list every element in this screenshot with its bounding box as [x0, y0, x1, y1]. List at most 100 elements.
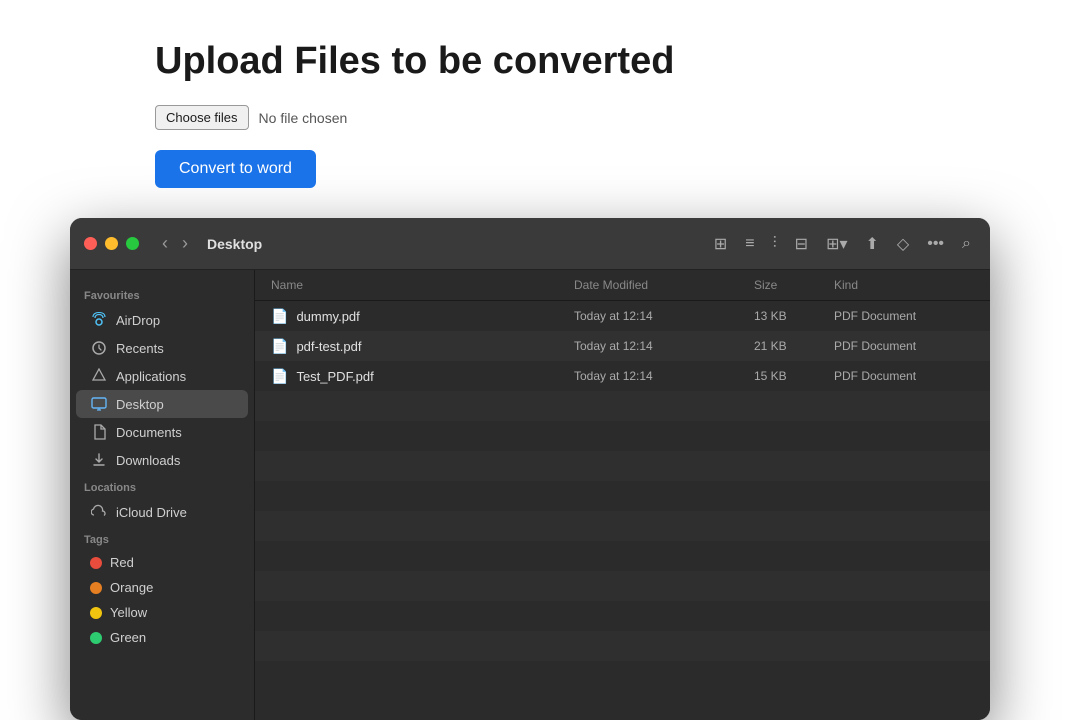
titlebar-tools: ⊞ ≡ ⫶ ⊟ ⊞▾ ⬆ ◇ ••• ⌕ [709, 231, 976, 257]
col-name[interactable]: Name [271, 270, 574, 300]
close-button[interactable] [84, 237, 97, 250]
column-view-icon[interactable]: ⫶ [768, 232, 782, 256]
sidebar-item-documents[interactable]: Documents [76, 418, 248, 446]
downloads-icon [90, 451, 108, 469]
sidebar-item-recents[interactable]: Recents [76, 334, 248, 362]
sidebar-item-documents-label: Documents [116, 425, 182, 440]
list-view-icon[interactable]: ≡ [740, 232, 759, 256]
sidebar-item-downloads-label: Downloads [116, 453, 180, 468]
sidebar-item-tag-red[interactable]: Red [76, 550, 248, 575]
no-file-label: No file chosen [259, 110, 348, 126]
sidebar-item-downloads[interactable]: Downloads [76, 446, 248, 474]
empty-rows [255, 391, 990, 720]
file-input-row: Choose files No file chosen [155, 105, 1086, 130]
file-size: 21 KB [754, 339, 834, 353]
locations-label: Locations [70, 474, 254, 498]
empty-row [255, 601, 990, 631]
file-date: Today at 12:14 [574, 339, 754, 353]
share-icon[interactable]: ⬆ [861, 231, 884, 257]
file-kind: PDF Document [834, 309, 974, 323]
tag-red-label: Red [110, 555, 134, 570]
tag-green-label: Green [110, 630, 146, 645]
sidebar-item-airdrop-label: AirDrop [116, 313, 160, 328]
file-size: 13 KB [754, 309, 834, 323]
empty-row [255, 421, 990, 451]
sidebar-item-recents-label: Recents [116, 341, 164, 356]
forward-button[interactable]: › [177, 231, 193, 256]
page-title: Upload Files to be converted [155, 40, 1086, 83]
search-icon[interactable]: ⌕ [957, 232, 976, 256]
tag-orange-label: Orange [110, 580, 153, 595]
traffic-lights [84, 237, 139, 250]
tag-orange-dot [90, 582, 102, 594]
empty-row [255, 661, 990, 691]
minimize-button[interactable] [105, 237, 118, 250]
titlebar-title: Desktop [207, 236, 262, 252]
file-date: Today at 12:14 [574, 309, 754, 323]
back-button[interactable]: ‹ [157, 231, 173, 256]
table-row[interactable]: 📄 pdf-test.pdf Today at 12:14 21 KB PDF … [255, 331, 990, 361]
file-name-cell: 📄 Test_PDF.pdf [271, 368, 574, 385]
empty-row [255, 451, 990, 481]
sidebar-item-tag-yellow[interactable]: Yellow [76, 600, 248, 625]
fullscreen-button[interactable] [126, 237, 139, 250]
tag-icon[interactable]: ◇ [892, 231, 914, 257]
tag-yellow-dot [90, 607, 102, 619]
table-row[interactable]: 📄 Test_PDF.pdf Today at 12:14 15 KB PDF … [255, 361, 990, 391]
empty-row [255, 541, 990, 571]
titlebar-nav: ‹ › [157, 231, 193, 256]
pdf-icon: 📄 [271, 338, 288, 355]
tag-yellow-label: Yellow [110, 605, 147, 620]
sidebar-item-icloud-label: iCloud Drive [116, 505, 187, 520]
file-kind: PDF Document [834, 369, 974, 383]
top-section: Upload Files to be converted Choose file… [0, 0, 1086, 218]
tag-red-dot [90, 557, 102, 569]
sidebar-item-applications-label: Applications [116, 369, 186, 384]
pdf-icon: 📄 [271, 368, 288, 385]
file-size: 15 KB [754, 369, 834, 383]
empty-row [255, 511, 990, 541]
file-name-cell: 📄 pdf-test.pdf [271, 338, 574, 355]
tag-green-dot [90, 632, 102, 644]
sidebar-item-icloud[interactable]: iCloud Drive [76, 498, 248, 526]
applications-icon [90, 367, 108, 385]
tags-label: Tags [70, 526, 254, 550]
choose-files-button[interactable]: Choose files [155, 105, 249, 130]
sidebar-item-tag-orange[interactable]: Orange [76, 575, 248, 600]
file-date: Today at 12:14 [574, 369, 754, 383]
file-kind: PDF Document [834, 339, 974, 353]
finder-window: ‹ › Desktop ⊞ ≡ ⫶ ⊟ ⊞▾ ⬆ ◇ ••• ⌕ Favouri… [70, 218, 990, 720]
icloud-icon [90, 503, 108, 521]
gallery-view-icon[interactable]: ⊟ [790, 231, 813, 257]
empty-row [255, 391, 990, 421]
airdrop-icon [90, 311, 108, 329]
recents-icon [90, 339, 108, 357]
file-name: dummy.pdf [296, 309, 359, 324]
col-size[interactable]: Size [754, 270, 834, 300]
more-icon[interactable]: ••• [922, 232, 949, 256]
pdf-icon: 📄 [271, 308, 288, 325]
finder-body: Favourites AirDrop [70, 270, 990, 720]
grid-view-icon[interactable]: ⊞ [709, 231, 732, 257]
file-name: pdf-test.pdf [296, 339, 361, 354]
arrange-icon[interactable]: ⊞▾ [821, 231, 852, 257]
titlebar: ‹ › Desktop ⊞ ≡ ⫶ ⊟ ⊞▾ ⬆ ◇ ••• ⌕ [70, 218, 990, 270]
sidebar: Favourites AirDrop [70, 270, 255, 720]
file-list-area: Name Date Modified Size Kind 📄 dummy.pdf… [255, 270, 990, 720]
sidebar-item-applications[interactable]: Applications [76, 362, 248, 390]
sidebar-item-airdrop[interactable]: AirDrop [76, 306, 248, 334]
convert-button[interactable]: Convert to word [155, 150, 316, 188]
table-row[interactable]: 📄 dummy.pdf Today at 12:14 13 KB PDF Doc… [255, 301, 990, 331]
desktop-icon [90, 395, 108, 413]
file-name: Test_PDF.pdf [296, 369, 373, 384]
col-date-modified[interactable]: Date Modified [574, 270, 754, 300]
documents-icon [90, 423, 108, 441]
sidebar-item-tag-green[interactable]: Green [76, 625, 248, 650]
favourites-label: Favourites [70, 282, 254, 306]
empty-row [255, 481, 990, 511]
empty-row [255, 631, 990, 661]
sidebar-item-desktop-label: Desktop [116, 397, 164, 412]
sidebar-item-desktop[interactable]: Desktop [76, 390, 248, 418]
empty-row [255, 571, 990, 601]
col-kind[interactable]: Kind [834, 270, 974, 300]
